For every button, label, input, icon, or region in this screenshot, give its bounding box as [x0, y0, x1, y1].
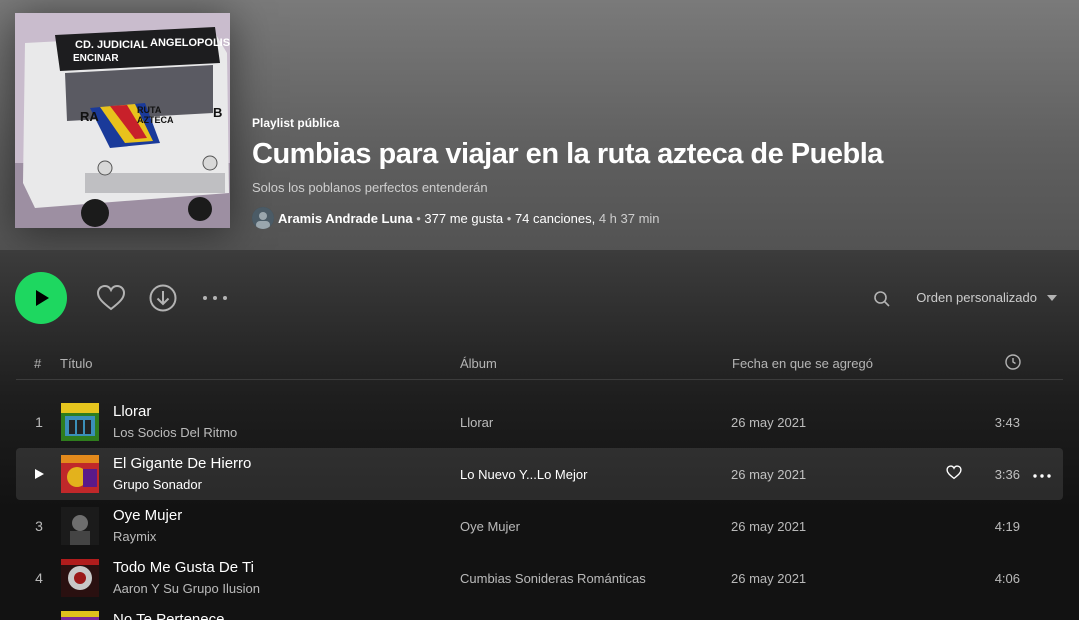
track-row[interactable]: 3 Oye Mujer Raymix Oye Mujer 26 may 2021…: [16, 500, 1063, 552]
bus-illustration: CD. JUDICIAL ANGELOPOLIS ENCINAR RUTA AZ…: [15, 13, 230, 228]
sort-dropdown[interactable]: Orden personalizado: [916, 290, 1057, 305]
track-duration: 4:19: [994, 519, 1020, 534]
header-title[interactable]: Título: [60, 356, 93, 371]
search-icon: [874, 291, 890, 307]
download-button[interactable]: [148, 283, 178, 313]
playlist-title: Cumbias para viajar en la ruta azteca de…: [252, 138, 883, 170]
track-artist[interactable]: Los Socios Del Ritmo: [113, 425, 237, 440]
heart-icon: [96, 284, 126, 311]
cover-sign-right: ANGELOPOLIS: [150, 37, 230, 49]
playlist-type-label: Playlist pública: [252, 116, 340, 130]
sort-label: Orden personalizado: [916, 290, 1037, 305]
track-duration: 3:43: [994, 415, 1020, 430]
cover-route-1: RUTA: [137, 105, 162, 115]
header-album[interactable]: Álbum: [460, 356, 497, 371]
more-icon: [1033, 474, 1051, 478]
cover-route-2: AZTECA: [137, 115, 174, 125]
cover-sign-left: CD. JUDICIAL: [75, 39, 148, 51]
like-playlist-button[interactable]: [95, 282, 127, 314]
track-number: 1: [35, 414, 43, 430]
track-duration: 3:36: [994, 467, 1020, 482]
track-date-added: 26 may 2021: [731, 467, 807, 482]
track-more-button[interactable]: [1033, 465, 1051, 483]
track-cover: [61, 507, 99, 545]
track-artist[interactable]: Aaron Y Su Grupo Ilusion: [113, 581, 260, 596]
search-in-playlist-button[interactable]: [872, 289, 892, 309]
cover-plate-right: B: [213, 105, 222, 120]
track-row[interactable]: 4 Todo Me Gusta De Ti Aaron Y Su Grupo I…: [16, 552, 1063, 604]
track-title[interactable]: No Te Pertenece: [113, 611, 224, 620]
track-album[interactable]: Lo Nuevo Y...Lo Mejor: [460, 467, 587, 482]
song-count: 74 canciones,: [514, 210, 596, 226]
track-cover: [61, 455, 99, 493]
play-icon: [36, 290, 49, 306]
playlist-header: CD. JUDICIAL ANGELOPOLIS ENCINAR RUTA AZ…: [0, 0, 1079, 250]
caret-down-icon: [1047, 294, 1057, 301]
track-title[interactable]: Llorar: [113, 403, 151, 420]
play-button[interactable]: [15, 272, 67, 324]
cover-sign-sub: ENCINAR: [73, 53, 119, 64]
more-icon: [203, 296, 227, 300]
track-date-added: 26 may 2021: [731, 415, 807, 430]
track-artist[interactable]: Raymix: [113, 529, 156, 544]
heart-icon: [946, 465, 962, 480]
playlist-byline: Aramis Andrade Luna • 377 me gusta • 74 …: [252, 207, 883, 229]
track-number: 4: [35, 570, 43, 586]
track-row[interactable]: No Te Pertenece: [16, 604, 1063, 620]
header-number: #: [34, 356, 42, 371]
cover-plate-left: RA: [80, 109, 99, 124]
track-album[interactable]: Oye Mujer: [460, 519, 520, 534]
track-number: 3: [35, 518, 43, 534]
track-cover: [61, 403, 99, 441]
track-artist[interactable]: Grupo Sonador: [113, 477, 202, 492]
track-date-added: 26 may 2021: [731, 571, 807, 586]
header-date-added[interactable]: Fecha en que se agregó: [732, 356, 873, 371]
track-title[interactable]: Oye Mujer: [113, 507, 182, 524]
track-title[interactable]: El Gigante De Hierro: [113, 455, 251, 472]
like-track-button[interactable]: [946, 465, 962, 485]
owner-avatar[interactable]: [252, 207, 274, 229]
playlist-description: Solos los poblanos perfectos entenderán: [252, 180, 488, 195]
owner-link[interactable]: Aramis Andrade Luna: [278, 211, 413, 226]
track-album[interactable]: Cumbias Sonideras Románticas: [460, 571, 646, 586]
playlist-duration: 4 h 37 min: [598, 210, 660, 226]
more-options-button[interactable]: [200, 288, 230, 308]
tracklist-section: Orden personalizado # Título Álbum Fecha…: [0, 250, 1079, 620]
track-title[interactable]: Todo Me Gusta De Ti: [113, 559, 254, 576]
download-icon: [149, 284, 177, 312]
track-cover: [61, 559, 99, 597]
track-play-button[interactable]: [16, 466, 62, 483]
track-duration: 4:06: [994, 571, 1020, 586]
clock-icon[interactable]: [1005, 354, 1021, 373]
playlist-meta: Playlist pública Cumbias para viajar en …: [252, 116, 883, 229]
track-date-added: 26 may 2021: [731, 519, 807, 534]
playlist-cover-image[interactable]: CD. JUDICIAL ANGELOPOLIS ENCINAR RUTA AZ…: [15, 13, 230, 228]
table-header: # Título Álbum Fecha en que se agregó: [16, 345, 1063, 380]
track-row[interactable]: 1 Llorar Los Socios Del Ritmo Llorar 26 …: [16, 396, 1063, 448]
track-row[interactable]: El Gigante De Hierro Grupo Sonador Lo Nu…: [16, 448, 1063, 500]
play-icon: [35, 469, 44, 479]
track-album[interactable]: Llorar: [460, 415, 493, 430]
likes-count: 377 me gusta: [424, 210, 504, 226]
track-cover: [61, 611, 99, 620]
